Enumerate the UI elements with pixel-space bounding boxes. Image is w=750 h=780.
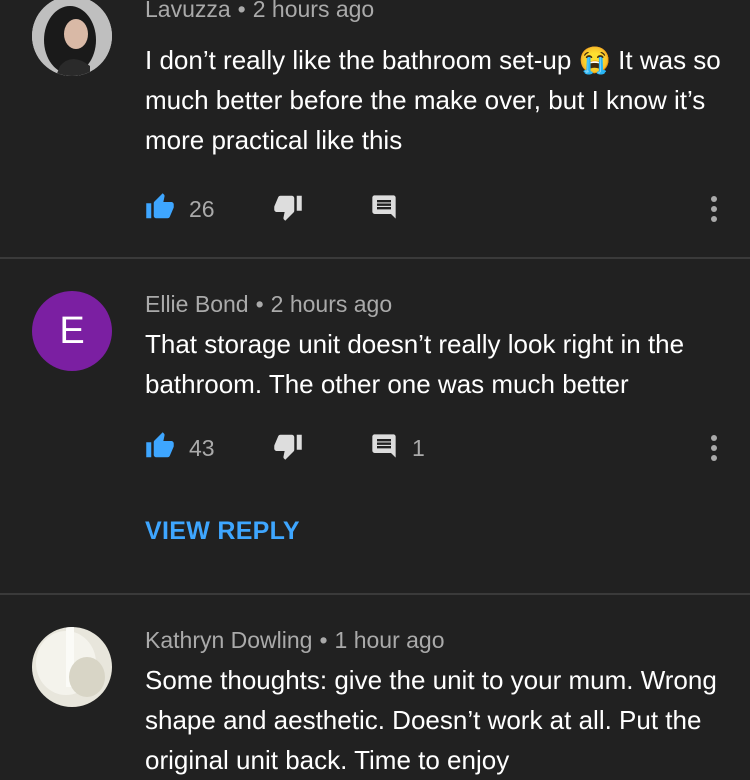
like-button[interactable]: 26 xyxy=(145,189,215,229)
comment-time[interactable]: 1 hour ago xyxy=(335,627,445,653)
like-count: 43 xyxy=(189,434,215,461)
avatar-letter: E xyxy=(59,309,85,352)
reply-count: 1 xyxy=(412,434,425,461)
comment-time[interactable]: 2 hours ago xyxy=(271,291,392,317)
comment-author[interactable]: Ellie Bond xyxy=(145,291,249,317)
reply-icon xyxy=(370,432,398,465)
reply-button[interactable] xyxy=(370,189,398,229)
avatar[interactable] xyxy=(32,0,112,76)
crying-face-emoji: 😭 xyxy=(578,45,611,75)
comment-ellie-bond: E Ellie Bond • 2 hours ago That storage un… xyxy=(0,259,750,594)
comment-text: That storage unit doesn’t really look ri… xyxy=(145,329,685,399)
comment-author[interactable]: Lavuzza xyxy=(145,0,231,22)
comment-meta: Kathryn Dowling • 1 hour ago xyxy=(145,627,445,654)
thumbs-up-icon xyxy=(145,192,175,227)
dislike-button[interactable] xyxy=(273,189,303,229)
thumbs-up-icon xyxy=(145,431,175,466)
comment-kathryn-dowling: Kathryn Dowling • 1 hour ago Some thoughts… xyxy=(0,595,750,775)
meta-separator: • xyxy=(319,627,328,653)
meta-separator: • xyxy=(237,0,246,22)
thumbs-down-icon xyxy=(273,192,303,227)
comment-meta: Ellie Bond • 2 hours ago xyxy=(145,291,392,318)
avatar[interactable]: E xyxy=(32,291,112,371)
meta-separator: • xyxy=(255,291,264,317)
more-vert-icon[interactable] xyxy=(700,428,728,468)
comment-text-part1: I don’t really like the bathroom set-up xyxy=(145,45,572,75)
reply-icon xyxy=(370,193,398,226)
dislike-button[interactable] xyxy=(273,428,303,468)
comment-actions: 26 xyxy=(145,189,735,229)
avatar[interactable] xyxy=(32,627,112,707)
like-count: 26 xyxy=(189,195,215,222)
comment-actions: 43 1 xyxy=(145,428,735,468)
like-button[interactable]: 43 xyxy=(145,428,215,468)
view-reply-button[interactable]: VIEW REPLY xyxy=(145,517,300,546)
more-vert-icon[interactable] xyxy=(700,189,728,229)
comment-text: Some thoughts: give the unit to your mum… xyxy=(145,665,717,775)
comment-lavuzza: Lavuzza • 2 hours ago I don’t really like … xyxy=(0,0,750,258)
comment-meta: Lavuzza • 2 hours ago xyxy=(145,0,374,23)
comment-time[interactable]: 2 hours ago xyxy=(253,0,374,22)
comment-author[interactable]: Kathryn Dowling xyxy=(145,627,312,653)
comment-text: I don’t really like the bathroom set-up … xyxy=(145,40,725,160)
thumbs-down-icon xyxy=(273,431,303,466)
reply-button[interactable]: 1 xyxy=(370,428,425,468)
